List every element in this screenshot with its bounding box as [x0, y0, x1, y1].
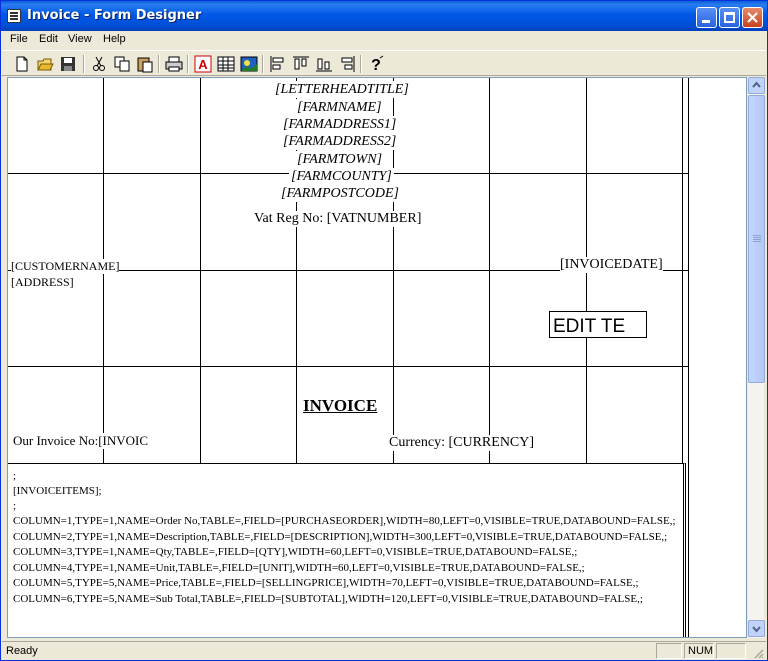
table-icon [217, 56, 235, 72]
farm-town-field[interactable]: [FARMTOWN] [295, 151, 385, 168]
status-pane-caps [656, 643, 682, 659]
currency-field[interactable]: Currency: [CURRENCY] [389, 435, 535, 451]
items-line: COLUMN=5,TYPE=5,NAME=Price,TABLE=,FIELD=… [13, 577, 639, 589]
paste-icon [137, 57, 153, 73]
toolbar: A ? [2, 50, 766, 76]
toolbar-separator [83, 55, 85, 73]
items-line: COLUMN=4,TYPE=1,NAME=Unit,TABLE=,FIELD=[… [13, 562, 585, 574]
new-button[interactable] [12, 54, 32, 74]
cut-button[interactable] [89, 54, 109, 74]
copy-icon [114, 56, 130, 72]
align-bottom-icon [316, 58, 332, 72]
open-icon [37, 58, 54, 71]
invoice-date-field[interactable]: [INVOICEDATE] [560, 257, 663, 273]
svg-text:A: A [198, 57, 208, 72]
menu-bar: File Edit View Help [2, 31, 766, 50]
status-pane-scrl [716, 643, 746, 659]
farm-county-field[interactable]: [FARMCOUNTY] [289, 168, 394, 185]
invoice-heading[interactable]: INVOICE [302, 396, 379, 416]
minimize-icon [702, 20, 710, 23]
open-button[interactable] [35, 54, 55, 74]
save-button[interactable] [58, 54, 78, 74]
scroll-thumb[interactable] [748, 95, 765, 383]
save-icon [61, 57, 75, 71]
paste-button[interactable] [135, 54, 155, 74]
minimize-button[interactable] [696, 7, 717, 28]
address-field[interactable]: [ADDRESS] [11, 275, 74, 290]
form-canvas[interactable]: [LETTERHEADTITLE] [FARMNAME] [FARMADDRES… [7, 77, 747, 638]
svg-text:?: ? [371, 57, 381, 74]
farm-address1-field[interactable]: [FARMADDRESS1] [281, 116, 399, 133]
invoice-items-block[interactable]: ; [INVOICEITEMS]; ; COLUMN=1,TYPE=1,NAME… [8, 463, 686, 637]
align-right-icon [341, 56, 355, 72]
menu-edit[interactable]: Edit [39, 33, 58, 45]
scroll-up-button[interactable] [748, 77, 765, 94]
arrow-up-icon [752, 81, 761, 88]
arrow-down-icon [752, 626, 761, 633]
items-line: [INVOICEITEMS]; [13, 485, 102, 497]
text-field-icon: A [194, 55, 212, 73]
close-icon [747, 12, 758, 23]
print-icon [165, 56, 183, 72]
new-icon [16, 56, 28, 72]
align-right-button[interactable] [337, 54, 357, 74]
help-button[interactable]: ? [366, 54, 386, 74]
align-top-button[interactable] [291, 54, 311, 74]
items-line: ; [13, 470, 17, 482]
toolbar-separator [262, 55, 264, 73]
title-bar[interactable]: Invoice - Form Designer [1, 1, 767, 31]
farm-address2-field[interactable]: [FARMADDRESS2] [281, 133, 399, 150]
farm-postcode-field[interactable]: [FARMPOSTCODE] [279, 185, 401, 202]
menu-view[interactable]: View [68, 33, 92, 45]
print-button[interactable] [164, 54, 184, 74]
grid-line [8, 366, 688, 367]
letterhead-field[interactable]: [LETTERHEADTITLE] [273, 81, 411, 98]
copy-button[interactable] [112, 54, 132, 74]
toolbar-separator [158, 55, 160, 73]
items-line: COLUMN=1,TYPE=1,NAME=Order No,TABLE=,FIE… [13, 515, 676, 527]
vat-number-field[interactable]: Vat Reg No: [VATNUMBER] [254, 211, 422, 227]
help-icon: ? [371, 55, 384, 74]
items-line: ; [13, 500, 17, 512]
our-invoice-no-field[interactable]: Our Invoice No:[INVOIC [13, 433, 149, 449]
toolbar-separator [360, 55, 362, 73]
window-title: Invoice - Form Designer [27, 8, 202, 23]
app-icon[interactable] [7, 9, 21, 23]
image-button[interactable] [239, 54, 259, 74]
status-bar: Ready NUM [2, 641, 766, 660]
align-bottom-button[interactable] [314, 54, 334, 74]
form-designer-window: Invoice - Form Designer File Edit View H… [0, 0, 768, 661]
grip-icon [753, 235, 761, 236]
table-button[interactable] [216, 54, 236, 74]
menu-file[interactable]: File [10, 33, 28, 45]
resize-grip-icon[interactable] [752, 647, 764, 659]
text-field-button[interactable]: A [193, 54, 213, 74]
align-left-button[interactable] [268, 54, 288, 74]
close-button[interactable] [742, 7, 763, 28]
maximize-icon [724, 12, 735, 23]
items-line: COLUMN=6,TYPE=5,NAME=Sub Total,TABLE=,FI… [13, 593, 643, 605]
farmname-field[interactable]: [FARMNAME] [295, 99, 384, 116]
vertical-scrollbar[interactable] [747, 77, 765, 638]
items-line: COLUMN=2,TYPE=1,NAME=Description,TABLE=,… [13, 531, 668, 543]
items-line: COLUMN=3,TYPE=1,NAME=Qty,TABLE=,FIELD=[Q… [13, 546, 578, 558]
page-margin [688, 78, 746, 637]
status-pane-num: NUM [684, 643, 714, 659]
customer-name-field[interactable]: [CUSTOMERNAME] [11, 259, 120, 274]
toolbar-separator [187, 55, 189, 73]
align-top-icon [293, 56, 309, 70]
status-text: Ready [6, 645, 38, 657]
align-left-icon [270, 56, 284, 72]
edit-text-box[interactable]: EDIT TE [549, 311, 647, 338]
cut-icon [93, 56, 105, 71]
image-icon [240, 56, 258, 72]
menu-help[interactable]: Help [103, 33, 126, 45]
maximize-button[interactable] [719, 7, 740, 28]
scroll-down-button[interactable] [748, 620, 765, 637]
